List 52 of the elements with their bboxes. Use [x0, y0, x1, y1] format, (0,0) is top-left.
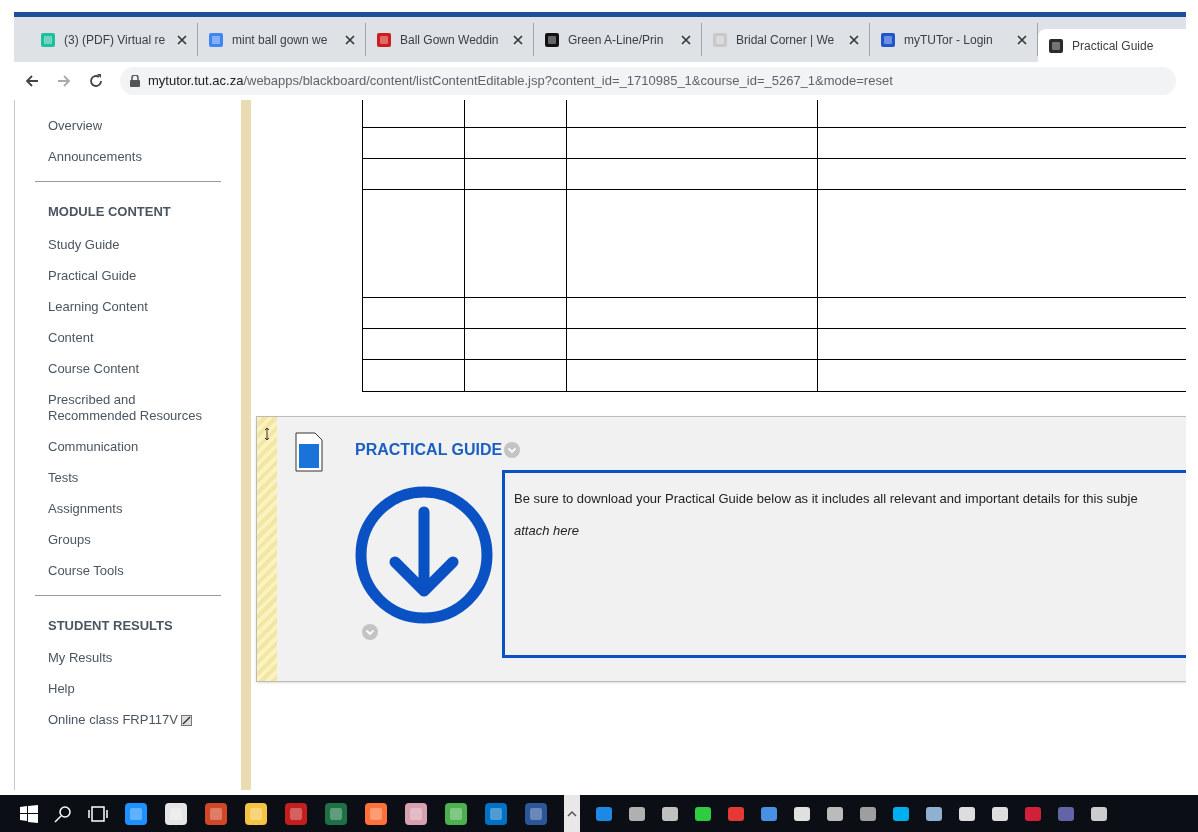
tab-title: Ball Gown Weddin — [400, 31, 500, 49]
tab-title: mint ball gown we — [232, 31, 329, 49]
sidebar-link[interactable]: Overview — [48, 118, 103, 134]
sidebar-link[interactable]: Groups — [48, 531, 91, 548]
browser-tab[interactable]: Ball Gown Weddin — [366, 23, 534, 56]
close-icon[interactable] — [849, 34, 859, 45]
lock-icon — [130, 75, 140, 87]
sidebar-link[interactable]: Prescribed and Recommended Resources — [48, 391, 221, 424]
sidebar-link[interactable]: Learning Content — [48, 298, 148, 315]
close-icon[interactable] — [177, 34, 187, 45]
close-icon[interactable] — [1017, 34, 1027, 45]
close-icon[interactable] — [681, 34, 691, 45]
sidebar-link[interactable]: Tests — [48, 469, 79, 486]
back-icon[interactable] — [24, 73, 40, 89]
search-icon[interactable] — [54, 804, 72, 823]
sidebar-link[interactable]: My Results — [48, 650, 113, 666]
windows-icon[interactable] — [20, 804, 38, 823]
sidebar-link[interactable]: Help — [48, 681, 75, 697]
tab-title: Practical Guide — [1072, 37, 1155, 55]
browser-tab[interactable]: Bridal Corner | We — [702, 23, 870, 56]
tab-title: Green A-Line/Prin — [568, 31, 665, 49]
sidebar-link[interactable]: Assignments — [48, 500, 123, 517]
sidebar-link[interactable]: Course Content — [48, 360, 140, 377]
tab-title: Bridal Corner | We — [736, 31, 836, 49]
sidebar-link[interactable]: Online class FRP117V — [48, 712, 178, 728]
browser-tab[interactable]: Green A-Line/Prin — [534, 23, 702, 56]
sidebar-link[interactable]: Content — [48, 329, 94, 346]
sidebar-link[interactable]: Practical Guide — [48, 267, 137, 284]
download-icon — [355, 486, 493, 624]
sidebar-link[interactable]: Course Tools — [48, 562, 124, 579]
close-icon[interactable] — [345, 34, 355, 45]
browser-tab[interactable]: mint ball gown we — [198, 23, 366, 56]
tab-title: (3) (PDF) Virtual re — [64, 31, 167, 49]
sidebar-link[interactable]: Announcements — [48, 149, 142, 165]
chevron-up-icon[interactable] — [567, 809, 577, 818]
description-text: Be sure to download your Practical Guide below as it includes all relevant and important details for this subje — [514, 490, 1139, 508]
task-view-icon[interactable] — [88, 805, 108, 822]
drag-handle-icon[interactable] — [264, 427, 270, 441]
sidebar-link[interactable]: Communication — [48, 438, 139, 455]
sidebar-link[interactable]: Study Guide — [48, 236, 120, 253]
browser-tab[interactable]: (3) (PDF) Virtual re — [30, 23, 198, 56]
address-bar[interactable]: mytutor.tut.ac.za/webapps/blackboard/content/listContentEditable.jsp?content_id=_1710985_1&course_id=_5267_1&mode=reset — [120, 67, 1176, 95]
note-text: attach here — [514, 521, 581, 540]
external-link-icon[interactable] — [180, 715, 192, 726]
browser-tab[interactable]: myTUTor - Login — [870, 23, 1038, 56]
section-heading: STUDENT RESULTS — [47, 616, 174, 635]
section-heading: MODULE CONTENT — [47, 203, 172, 221]
close-icon[interactable] — [513, 34, 523, 45]
item-title[interactable]: PRACTICAL GUIDE — [355, 438, 503, 462]
url-text: mytutor.tut.ac.za/webapps/blackboard/content/listContentEditable.jsp?content_id=_1710985_1&course_id=_5267_1&mode=reset — [148, 72, 893, 91]
reload-icon[interactable] — [88, 73, 104, 89]
tab-title: myTUTor - Login — [904, 31, 994, 49]
